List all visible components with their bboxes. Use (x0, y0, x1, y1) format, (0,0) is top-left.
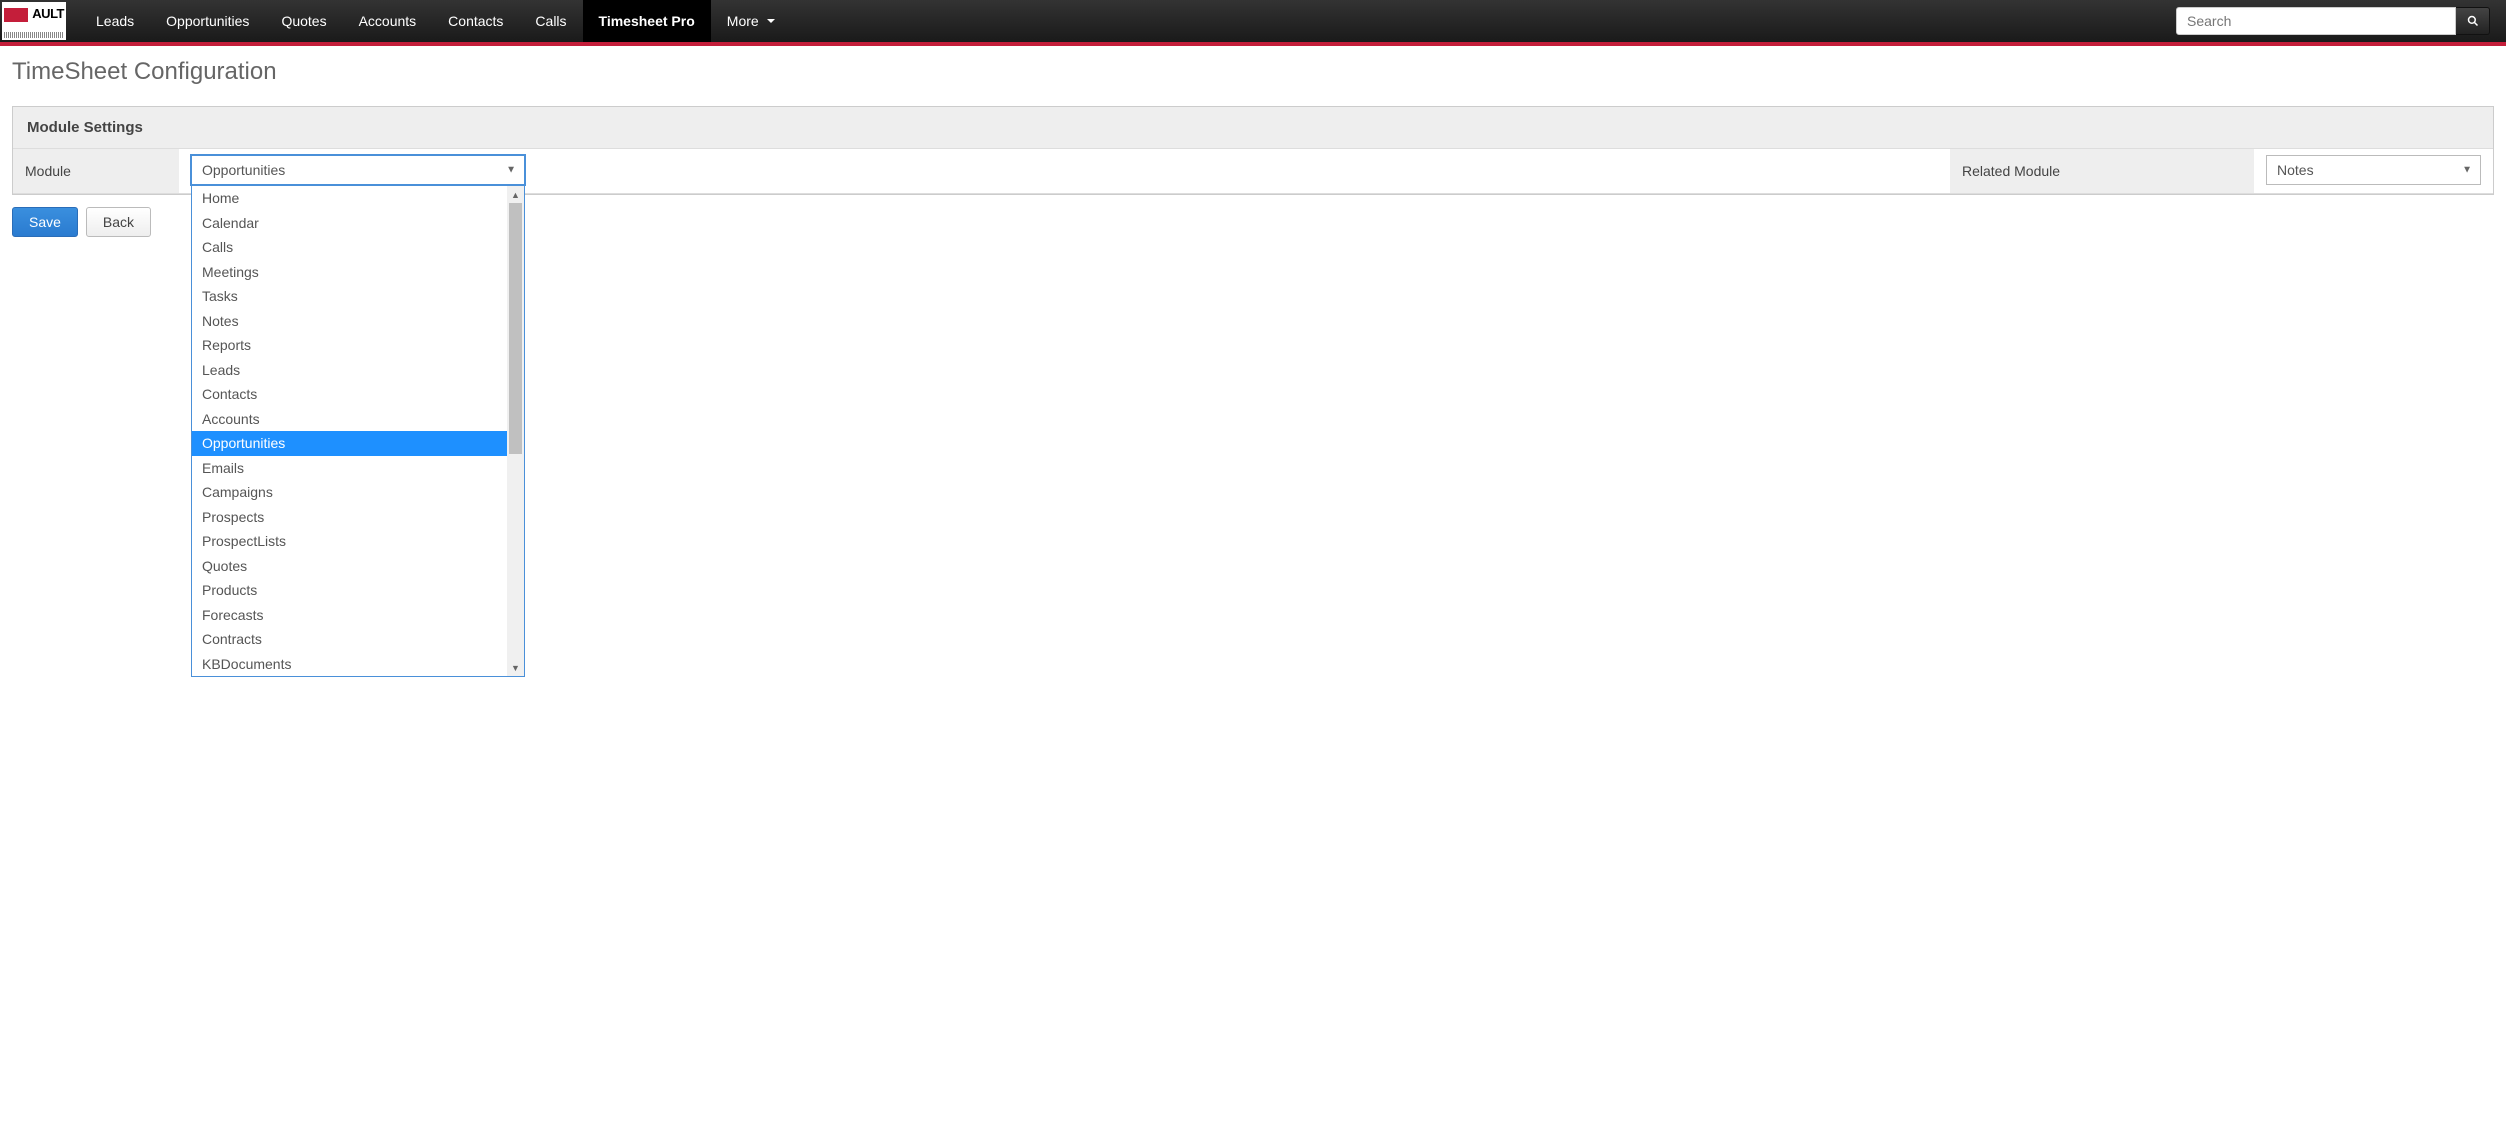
back-button[interactable]: Back (86, 207, 151, 237)
module-select[interactable]: Opportunities ▼ (191, 155, 525, 185)
nav-item-quotes[interactable]: Quotes (265, 0, 342, 42)
panel-header: Module Settings (13, 107, 2493, 149)
scroll-up-icon[interactable]: ▲ (507, 186, 524, 203)
nav-item-timesheet-pro[interactable]: Timesheet Pro (583, 0, 711, 42)
dropdown-option[interactable]: ProspectLists (192, 529, 507, 554)
related-module-field: Notes ▼ (2254, 149, 2493, 193)
module-label: Module (13, 149, 179, 193)
search-icon (2467, 15, 2479, 27)
caret-down-icon (767, 19, 775, 23)
dropdown-option[interactable]: Tasks (192, 284, 507, 309)
search-button[interactable] (2456, 7, 2490, 35)
dropdown-option[interactable]: Home (192, 186, 507, 211)
logo-text: AULT (32, 6, 64, 21)
dropdown-option[interactable]: Calls (192, 235, 507, 260)
module-select-value: Opportunities (202, 162, 285, 178)
dropdown-option[interactable]: Reports (192, 333, 507, 358)
dropdown-option[interactable]: KBDocuments (192, 652, 507, 677)
dropdown-option[interactable]: Quotes (192, 554, 507, 579)
scroll-down-icon[interactable]: ▼ (507, 659, 524, 676)
dropdown-option[interactable]: Contacts (192, 382, 507, 407)
save-button[interactable]: Save (12, 207, 78, 237)
related-module-value: Notes (2277, 162, 2314, 178)
page-title: TimeSheet Configuration (12, 58, 2494, 86)
dropdown-option[interactable]: Notes (192, 309, 507, 334)
chevron-down-icon: ▼ (2462, 165, 2472, 176)
page-content: TimeSheet Configuration Module Settings … (0, 46, 2506, 249)
dropdown-option[interactable]: Calendar (192, 211, 507, 236)
dropdown-option[interactable]: Emails (192, 456, 507, 481)
app-logo[interactable]: AULT (2, 2, 66, 40)
dropdown-option[interactable]: Prospects (192, 505, 507, 530)
search-input[interactable] (2176, 7, 2456, 35)
settings-row: Module Opportunities ▼ HomeCalendarCalls… (13, 149, 2493, 194)
scroll-track[interactable] (507, 203, 524, 659)
dropdown-scrollbar[interactable]: ▲ ▼ (507, 186, 524, 676)
dropdown-option[interactable]: Opportunities (192, 431, 507, 456)
module-dropdown-options: HomeCalendarCallsMeetingsTasksNotesRepor… (192, 186, 507, 676)
dropdown-option[interactable]: Forecasts (192, 603, 507, 628)
related-module-select[interactable]: Notes ▼ (2266, 155, 2481, 185)
dropdown-option[interactable]: Contracts (192, 627, 507, 652)
module-settings-panel: Module Settings Module Opportunities ▼ H… (12, 106, 2494, 195)
dropdown-option[interactable]: Accounts (192, 407, 507, 432)
nav-item-opportunities[interactable]: Opportunities (150, 0, 265, 42)
chevron-down-icon: ▼ (506, 165, 516, 176)
module-select-wrapper: Opportunities ▼ HomeCalendarCallsMeeting… (191, 155, 525, 185)
dropdown-option[interactable]: Campaigns (192, 480, 507, 505)
dropdown-option[interactable]: Leads (192, 358, 507, 383)
top-navbar: AULT LeadsOpportunitiesQuotesAccountsCon… (0, 0, 2506, 46)
nav-item-contacts[interactable]: Contacts (432, 0, 519, 42)
dropdown-option[interactable]: Meetings (192, 260, 507, 285)
nav-item-leads[interactable]: Leads (80, 0, 150, 42)
module-dropdown: HomeCalendarCallsMeetingsTasksNotesRepor… (191, 185, 525, 677)
nav-tabs: LeadsOpportunitiesQuotesAccountsContacts… (80, 0, 791, 42)
module-field-value: Opportunities ▼ HomeCalendarCallsMeeting… (179, 149, 1077, 193)
nav-item-more[interactable]: More (711, 0, 791, 42)
related-module-label: Related Module (1950, 149, 2254, 193)
nav-item-calls[interactable]: Calls (519, 0, 582, 42)
scroll-thumb[interactable] (509, 203, 522, 454)
nav-item-accounts[interactable]: Accounts (343, 0, 433, 42)
dropdown-option[interactable]: Products (192, 578, 507, 603)
navbar-right (2176, 7, 2490, 35)
